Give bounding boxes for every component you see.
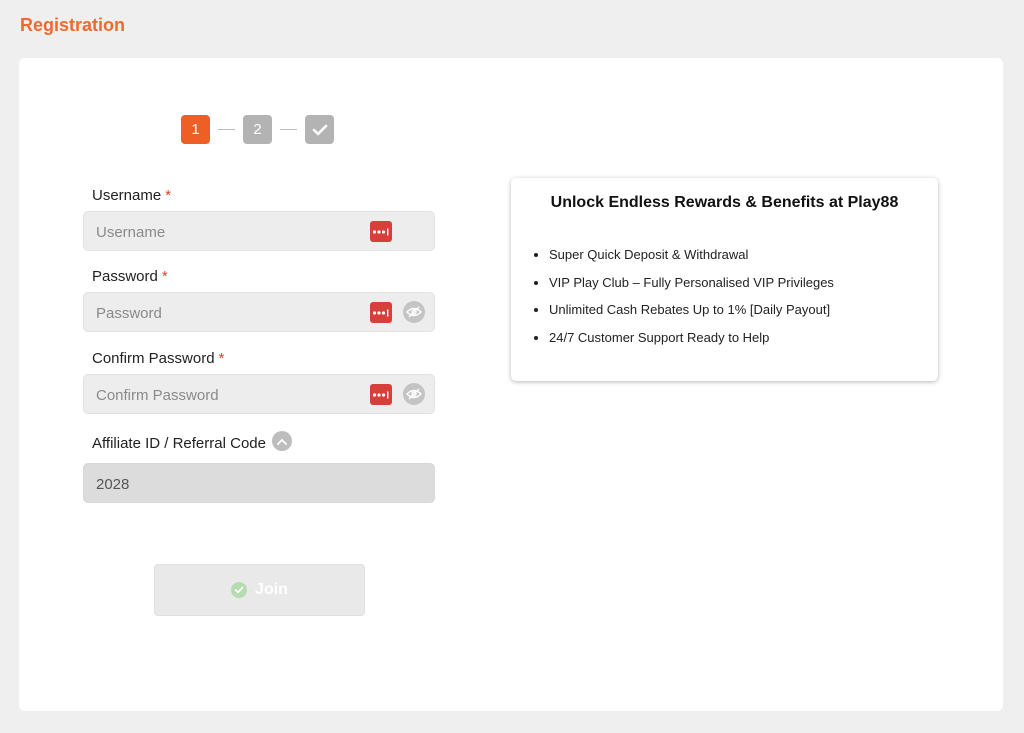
benefit-item: Unlimited Cash Rebates Up to 1% [Daily P… [549,303,834,317]
required-mark: * [161,268,168,285]
password-label: Password * [92,268,168,285]
benefit-item: Super Quick Deposit & Withdrawal [549,248,834,262]
required-mark: * [218,350,225,367]
username-input[interactable] [94,212,358,252]
check-circle-icon [231,582,248,598]
benefits-title: Unlock Endless Rewards & Benefits at Pla… [550,194,899,211]
confirm-password-label: Confirm Password * [92,350,225,367]
eye-off-icon[interactable] [403,383,425,405]
registration-stepper: 1 2 [181,115,334,144]
page-title: Registration [20,15,126,35]
step-complete [305,115,334,144]
affiliate-input[interactable] [94,464,358,504]
benefits-panel: Unlock Endless Rewards & Benefits at Pla… [511,178,938,381]
step-2: 2 [243,115,272,144]
step-connector [280,129,297,130]
password-manager-icon[interactable] [370,384,392,405]
confirm-password-field-wrapper [83,374,435,415]
password-input[interactable] [94,293,358,333]
username-field-wrapper [83,211,435,252]
step-connector [218,129,235,130]
username-label: Username * [92,187,172,204]
registration-card: 1 2 Username* Password* Confirm Passwo [19,58,1003,711]
affiliate-field-wrapper [83,463,435,504]
check-icon [312,124,327,135]
password-manager-icon[interactable] [370,302,392,323]
password-manager-icon[interactable] [370,221,392,242]
eye-off-icon[interactable] [403,301,425,323]
step-1: 1 [181,115,210,144]
benefits-list: Super Quick Deposit & Withdrawal VIP Pla… [529,248,834,358]
join-button[interactable]: Join [154,564,365,616]
join-button-label: Join [255,581,288,598]
chevron-up-icon[interactable] [272,431,292,451]
confirm-password-input[interactable] [94,375,358,415]
affiliate-label: Affiliate ID / Referral Code [92,435,266,452]
required-mark: * [165,187,172,204]
benefit-item: 24/7 Customer Support Ready to Help [549,330,834,345]
benefit-item: VIP Play Club – Fully Personalised VIP P… [549,275,834,290]
password-field-wrapper [83,292,435,333]
